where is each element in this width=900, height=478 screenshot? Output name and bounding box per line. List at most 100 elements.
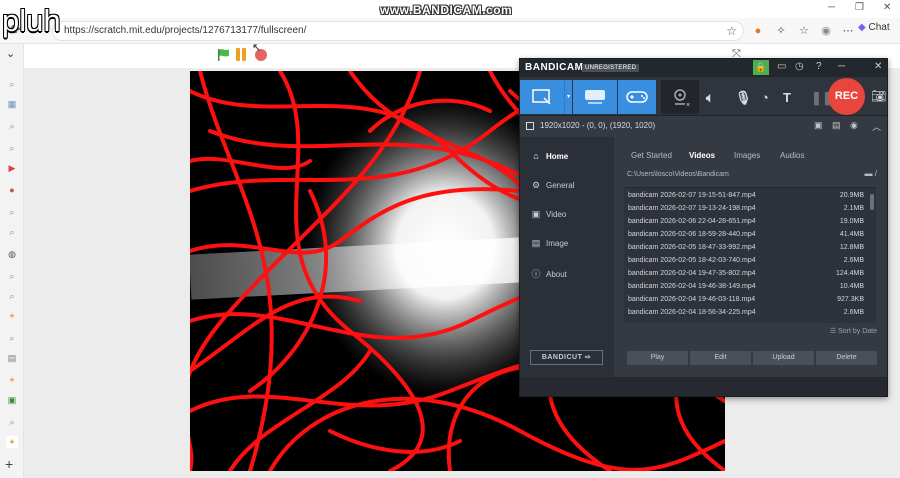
file-size: 41.4MB <box>839 231 864 238</box>
nav-about[interactable]: ⓘ About <box>530 267 566 280</box>
globe-icon[interactable]: ◍ <box>6 248 18 260</box>
search-icon[interactable]: ⌕ <box>6 270 18 282</box>
file-row[interactable]: bandicam 2026-02-05 18-47-33-992.mp4 12.8… <box>628 242 864 255</box>
browser-toolbar: ⟳ https://scratch.mit.edu/projects/12767… <box>0 18 900 44</box>
upload-button[interactable]: Upload <box>753 351 814 365</box>
file-size: 19.0MB <box>839 218 864 225</box>
more-icon[interactable]: ⋯ <box>840 23 856 39</box>
scratch-icon[interactable]: ✦ <box>6 374 18 386</box>
scratch-icon[interactable]: ✦ <box>6 436 18 448</box>
youtube-icon[interactable]: ▶ <box>6 162 18 174</box>
unregistered-badge: UNREGISTERED <box>582 64 640 72</box>
minimize-icon[interactable]: ─ <box>838 61 845 72</box>
delete-button[interactable]: Delete <box>816 351 877 365</box>
file-row[interactable]: bandicam 2026-02-04 19-46-03-118.mp4 927.… <box>628 294 864 307</box>
tab-images[interactable]: Images <box>734 151 760 160</box>
nav-home[interactable]: ⌂ Home <box>530 151 568 161</box>
nav-general-label: General <box>546 181 575 190</box>
list-scrollbar[interactable] <box>870 194 874 210</box>
file-row[interactable]: bandicam 2026-02-07 19-15-51-847.mp4 20.9… <box>628 190 864 203</box>
screen-mode-button[interactable] <box>520 80 564 114</box>
microphone-icon[interactable]: 🎙︎ <box>735 90 752 106</box>
webcam-button[interactable]: × <box>661 80 699 114</box>
calendar-icon[interactable]: ▤ <box>6 352 18 364</box>
image-icon[interactable]: ▤ <box>832 120 841 131</box>
close-icon[interactable]: ✕ <box>874 61 882 72</box>
audio-icon[interactable]: ◉ <box>850 120 858 131</box>
mode-dropdown-icon[interactable]: ▾ <box>564 80 572 114</box>
file-row[interactable]: bandicam 2026-02-04 19-47-35-802.mp4 124.… <box>628 268 864 281</box>
nav-video[interactable]: ▣ Video <box>530 209 567 220</box>
record-icon[interactable]: ● <box>6 184 18 196</box>
puzzle-icon[interactable]: ✧ <box>773 23 789 39</box>
lock-icon[interactable]: 🔒 <box>753 60 769 75</box>
search-icon[interactable]: ⌕ <box>6 226 18 238</box>
bandicut-button[interactable]: BANDICUT ⇨ <box>530 350 603 365</box>
search-icon[interactable]: ⌕ <box>6 206 18 218</box>
copilot-icon: ◆ <box>858 22 866 33</box>
apps-icon[interactable]: ▦ <box>6 98 18 110</box>
sort-by-date-button[interactable]: ☰ Sort by Date <box>830 327 877 335</box>
scratch-icon[interactable]: ✦ <box>6 310 18 322</box>
text-overlay-icon[interactable]: T <box>783 90 791 105</box>
collapse-icon[interactable]: ︿ <box>872 120 881 133</box>
bandicut-label: BANDICUT <box>541 354 583 361</box>
video-icon[interactable]: ▣ <box>814 120 823 131</box>
file-name: bandicam 2026-02-07 19-13-24-198.mp4 <box>628 205 756 212</box>
help-icon[interactable]: ? <box>816 61 822 72</box>
nav-general[interactable]: ⚙ General <box>530 180 575 191</box>
edit-button[interactable]: Edit <box>690 351 751 365</box>
green-flag-icon[interactable] <box>217 48 231 62</box>
file-size: 10.4MB <box>839 283 864 290</box>
file-row[interactable]: bandicam 2026-02-05 18-42-03-740.mp4 2.6M… <box>628 255 864 268</box>
tab-get-started[interactable]: Get Started <box>631 151 672 160</box>
game-mode-button[interactable] <box>618 80 656 114</box>
search-icon[interactable]: ⌕ <box>6 120 18 132</box>
folder-icon[interactable]: ▭ <box>777 61 786 72</box>
cursor-effect-icon[interactable]: ◔ <box>761 90 769 105</box>
file-row[interactable]: bandicam 2026-02-06 18-59-28-440.mp4 41.4… <box>628 229 864 242</box>
clock-icon[interactable]: ◷ <box>795 61 804 72</box>
speaker-icon[interactable]: 🔈︎ <box>706 90 714 106</box>
chevron-down-icon[interactable]: ⌄ <box>6 47 15 60</box>
bandicam-logo: BANDICAM <box>525 62 584 73</box>
favorites-icon[interactable]: ☆ <box>796 23 812 39</box>
search-icon[interactable]: ⌕ <box>6 332 18 344</box>
profile-icon[interactable]: ◉ <box>818 23 834 39</box>
extension-icon[interactable]: ● <box>750 23 766 39</box>
copilot-chat-button[interactable]: ◆ Chat <box>858 22 890 33</box>
capture-info-bar: 1920x1020 - (0, 0), (1920, 1020) ▣ ▤ ◉ ︿ <box>520 115 887 137</box>
app-icon[interactable]: ▣ <box>6 394 18 406</box>
nav-image[interactable]: ▤ Image <box>530 238 569 249</box>
address-bar[interactable]: https://scratch.mit.edu/projects/1276713… <box>52 21 744 41</box>
file-name: bandicam 2026-02-05 18-47-33-992.mp4 <box>628 244 756 251</box>
file-row[interactable]: bandicam 2026-02-06 22-04-28-651.mp4 19.0… <box>628 216 864 229</box>
file-name: bandicam 2026-02-05 18-42-03-740.mp4 <box>628 257 756 264</box>
file-size: 20.9MB <box>839 192 864 199</box>
hdmi-icon <box>585 90 605 104</box>
hdmi-mode-button[interactable] <box>573 80 617 114</box>
file-name: bandicam 2026-02-07 19-15-51-847.mp4 <box>628 192 756 199</box>
add-icon[interactable]: + <box>5 456 13 472</box>
bandicam-status-bar <box>520 377 887 396</box>
gear-icon: ⚙ <box>531 180 541 190</box>
search-icon[interactable]: ⌕ <box>6 78 18 90</box>
file-row[interactable]: bandicam 2026-02-04 18-56-34-225.mp4 2.6M… <box>628 307 864 320</box>
play-button[interactable]: Play <box>627 351 688 365</box>
tab-videos[interactable]: Videos <box>689 151 715 160</box>
rec-button[interactable]: REC <box>828 78 865 115</box>
file-row[interactable]: bandicam 2026-02-04 19-46-38-149.mp4 10.4… <box>628 281 864 294</box>
pause-icon[interactable] <box>236 48 248 62</box>
search-icon[interactable]: ⌕ <box>6 290 18 302</box>
search-icon[interactable]: ⌕ <box>6 142 18 154</box>
file-row[interactable]: bandicam 2026-02-07 19-13-24-198.mp4 2.1M… <box>628 203 864 216</box>
maximize-button[interactable]: ❐ <box>855 2 864 13</box>
tab-audios[interactable]: Audios <box>780 151 804 160</box>
screenshot-camera-icon[interactable]: 📷︎ <box>871 89 886 103</box>
search-icon[interactable]: ⌕ <box>6 416 18 428</box>
favorite-star-icon[interactable]: ☆ <box>726 24 737 38</box>
minimize-button[interactable]: ─ <box>828 2 835 13</box>
bandicam-watermark: www.BANDICAM.com <box>380 3 513 17</box>
open-folder-icon[interactable]: ▬ / <box>865 169 877 178</box>
close-button[interactable]: ✕ <box>883 2 891 13</box>
